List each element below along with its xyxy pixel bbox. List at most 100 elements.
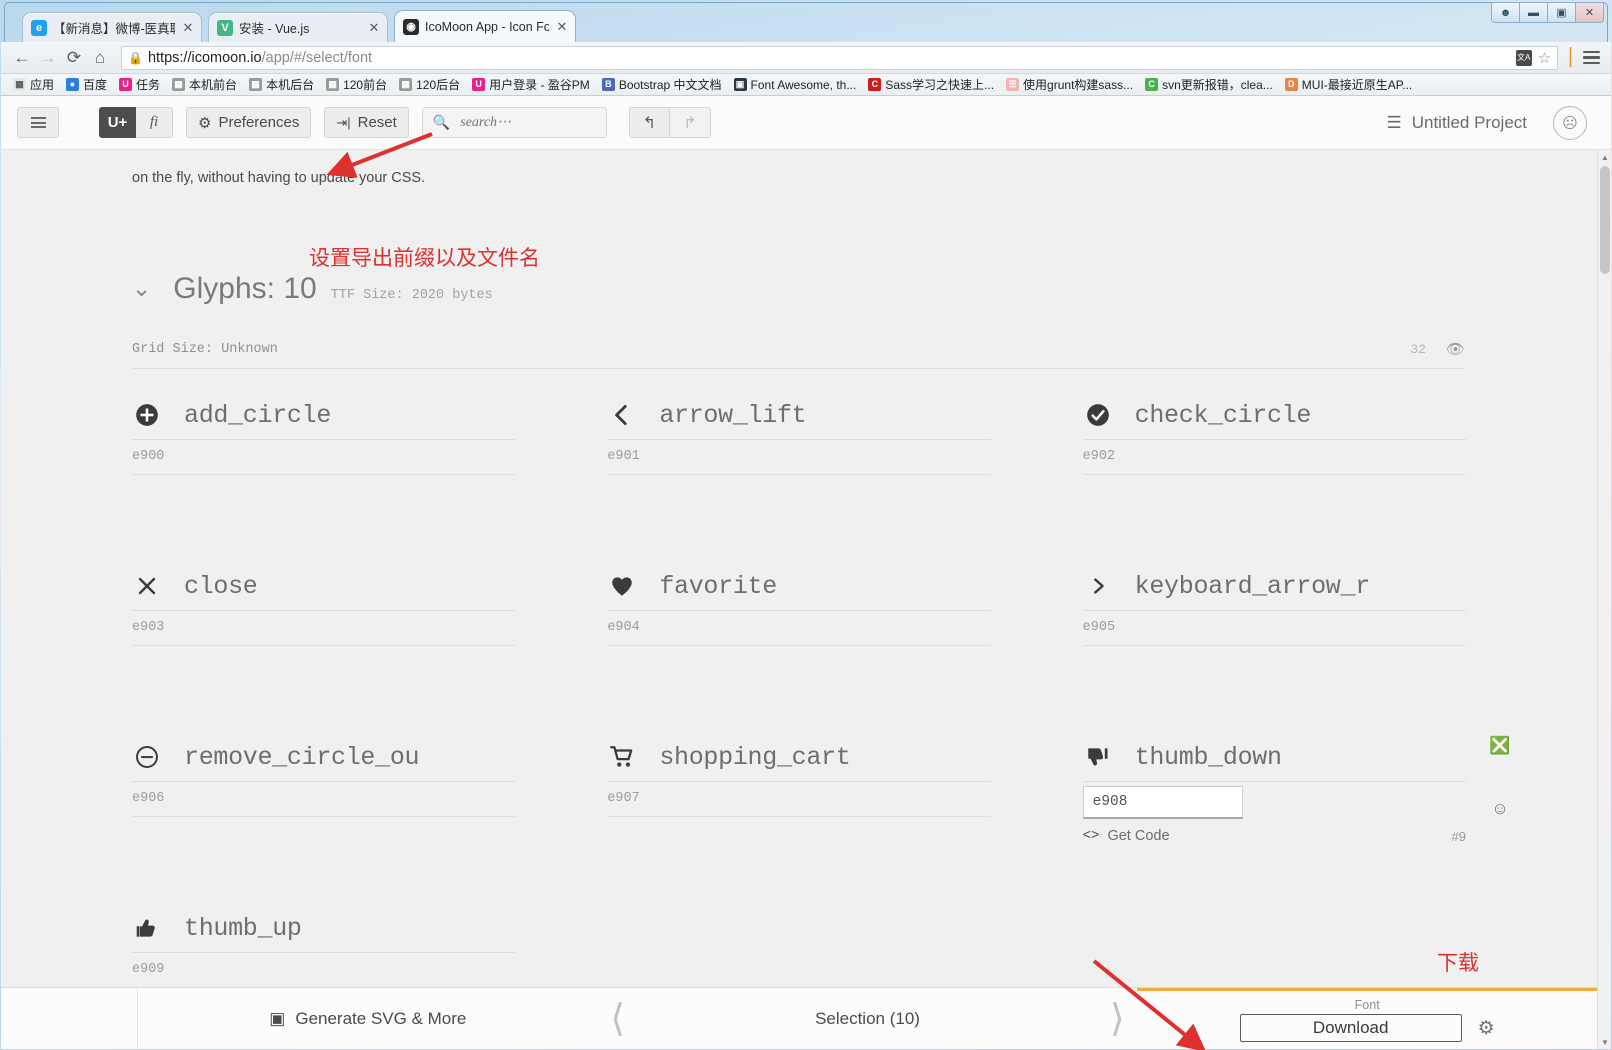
bookmark-item[interactable]: ▦ 本机后台 bbox=[243, 76, 320, 93]
add-circle-icon bbox=[132, 400, 162, 430]
glyph-code[interactable]: e904 bbox=[607, 620, 991, 646]
scroll-down-icon[interactable]: ▼ bbox=[1598, 1035, 1611, 1049]
glyph-cell[interactable]: shopping_cart e907 bbox=[607, 724, 991, 895]
scrollbar-thumb[interactable] bbox=[1600, 166, 1610, 274]
close-button[interactable]: ✕ bbox=[1575, 2, 1604, 23]
redo-icon[interactable]: ↱ bbox=[669, 107, 711, 138]
lock-icon: 🔒 bbox=[128, 50, 143, 65]
glyph-code-input[interactable]: e908 bbox=[1082, 786, 1243, 819]
bookmark-label: 120前台 bbox=[343, 78, 388, 92]
vertical-scrollbar[interactable]: ▲ ▼ bbox=[1597, 150, 1611, 1049]
get-code-label[interactable]: Get Code bbox=[1107, 828, 1169, 844]
glyph-code[interactable]: e909 bbox=[132, 962, 515, 987]
glyph-cell[interactable]: add_circle e900 bbox=[132, 382, 516, 553]
glyph-cell[interactable]: favorite e904 bbox=[607, 553, 991, 724]
svn-icon: C bbox=[1145, 78, 1159, 91]
chevron-left-icon[interactable]: ⟨ bbox=[598, 988, 638, 1049]
reload-icon[interactable]: ⟳ bbox=[61, 45, 87, 71]
glyph-cell[interactable]: remove_circle_ou e906 bbox=[132, 724, 516, 895]
glyph-code[interactable]: e902 bbox=[1082, 449, 1466, 475]
fontawesome-icon: ▣ bbox=[733, 78, 747, 91]
scroll-up-icon[interactable]: ▲ bbox=[1598, 150, 1611, 164]
glyph-name: thumb_down bbox=[1134, 742, 1282, 772]
glyph-cell[interactable]: keyboard_arrow_r e905 bbox=[1082, 553, 1466, 724]
search-box[interactable]: 🔍 bbox=[421, 107, 607, 138]
font-label: Font bbox=[1354, 998, 1380, 1012]
tab-close-icon[interactable]: ✕ bbox=[555, 20, 569, 33]
back-icon[interactable]: ← bbox=[9, 45, 35, 71]
bookmark-label: Sass学习之快速上... bbox=[885, 78, 995, 92]
bottom-bar-spacer bbox=[1, 988, 138, 1049]
chevron-right-icon[interactable]: ⟩ bbox=[1097, 988, 1137, 1049]
tab-title: IcoMoon App - Icon For bbox=[425, 19, 549, 34]
bookmark-item[interactable]: D MUI-最接近原生AP... bbox=[1279, 76, 1418, 93]
bottom-bar: ▣ Generate SVG & More ⟨ Selection (10) ⟩… bbox=[1, 951, 1598, 1049]
remove-glyph-icon[interactable]: ❎ bbox=[1489, 736, 1510, 756]
smiley-icon[interactable]: ☺ bbox=[1490, 799, 1510, 819]
maximize-button[interactable]: ▣ bbox=[1547, 2, 1576, 23]
ttf-size-label: TTF Size: 2020 bytes bbox=[330, 288, 493, 303]
bookmark-item[interactable]: ▦ 应用 bbox=[7, 76, 60, 93]
browser-menu-icon[interactable] bbox=[1579, 50, 1603, 65]
eye-icon[interactable]: 👁 bbox=[1446, 340, 1465, 359]
bookmark-item[interactable]: Csvn更新报错，clea... bbox=[1139, 76, 1279, 93]
generate-svg-button[interactable]: ▣ Generate SVG & More bbox=[138, 988, 598, 1049]
glyph-code[interactable]: e905 bbox=[1082, 620, 1466, 646]
tab-close-icon[interactable]: ✕ bbox=[181, 21, 195, 34]
address-bar[interactable]: 🔒 https://icomoon.io /app/#/select/font … bbox=[121, 45, 1559, 70]
glyph-code[interactable]: e907 bbox=[607, 791, 991, 817]
glyph-code[interactable]: e906 bbox=[132, 791, 516, 817]
glyph-cell[interactable]: arrow_lift e901 bbox=[607, 382, 991, 553]
bookmark-item[interactable]: U 用户登录 - 盈谷PM bbox=[466, 76, 596, 93]
bookmark-item[interactable]: ☰ 使用grunt构建sass... bbox=[1000, 76, 1139, 93]
glyph-cell[interactable]: close e903 bbox=[132, 553, 516, 724]
browser-tab-0[interactable]: e 【新消息】微博-医真职业 ✕ bbox=[22, 12, 202, 42]
glyph-main: favorite bbox=[607, 571, 991, 611]
bookmark-item[interactable]: ▦ 本机前台 bbox=[166, 76, 243, 93]
check-circle-icon bbox=[1083, 400, 1113, 430]
download-button[interactable]: Download bbox=[1239, 1014, 1462, 1042]
unicode-mode-button[interactable]: U+ bbox=[99, 107, 136, 138]
reset-button[interactable]: ⇥| Reset bbox=[324, 107, 409, 138]
undo-icon[interactable]: ↰ bbox=[628, 107, 670, 138]
search-input[interactable] bbox=[458, 113, 596, 132]
app-toolbar: U+ fi ⚙ Preferences ⇥| Reset 🔍 ↰ ↱ ☰ Unt… bbox=[1, 96, 1611, 150]
intro-text: on the fly, without having to update you… bbox=[132, 170, 426, 186]
glyph-code[interactable]: e901 bbox=[607, 449, 991, 475]
browser-tab-2[interactable]: ◉ IcoMoon App - Icon For ✕ bbox=[394, 10, 576, 42]
reset-icon: ⇥| bbox=[336, 114, 351, 130]
user-account-icon[interactable]: ☻ bbox=[1491, 2, 1520, 23]
preferences-button[interactable]: ⚙ Preferences bbox=[186, 107, 312, 138]
bookmark-item[interactable]: ▣ Font Awesome, th... bbox=[728, 78, 863, 92]
browser-tab-1[interactable]: V 安装 - Vue.js ✕ bbox=[208, 12, 388, 42]
glyph-cell-selected[interactable]: thumb_down e908 <> Get Code #9 ❎ ☺ bbox=[1082, 724, 1511, 895]
glyph-code[interactable]: e903 bbox=[132, 620, 516, 646]
cast-icon[interactable]: ⎮ bbox=[1566, 48, 1575, 68]
bookmark-item[interactable]: ▦ 120前台 bbox=[320, 76, 393, 93]
bookmark-label: Font Awesome, th... bbox=[750, 77, 857, 92]
glyph-cell[interactable]: check_circle e902 bbox=[1082, 382, 1466, 553]
selection-tab[interactable]: Selection (10) bbox=[638, 988, 1098, 1049]
bookmark-item[interactable]: ▦ 120后台 bbox=[393, 76, 466, 93]
tab-close-icon[interactable]: ✕ bbox=[367, 21, 381, 34]
bookmark-star-icon[interactable]: ☆ bbox=[1538, 49, 1551, 67]
bookmark-item[interactable]: U 任务 bbox=[113, 76, 166, 93]
task-icon: U bbox=[119, 78, 133, 91]
home-icon[interactable]: ⌂ bbox=[87, 45, 113, 71]
glyph-code[interactable]: e900 bbox=[132, 449, 516, 475]
main-menu-icon[interactable] bbox=[17, 107, 59, 138]
bookmark-item[interactable]: ● 百度 bbox=[60, 76, 113, 93]
ligature-mode-button[interactable]: fi bbox=[136, 107, 173, 138]
download-row: Download ⚙ bbox=[1239, 1014, 1495, 1042]
chevron-down-icon[interactable]: ⌄ bbox=[132, 275, 151, 302]
bookmark-item[interactable]: B Bootstrap 中文文档 bbox=[596, 76, 728, 93]
project-selector[interactable]: ☰ Untitled Project bbox=[1386, 113, 1527, 133]
bookmark-item[interactable]: C Sass学习之快速上... bbox=[862, 76, 1000, 93]
gear-icon[interactable]: ⚙ bbox=[1478, 1017, 1495, 1040]
glyphs-header: ⌄ Glyphs: 10 TTF Size: 2020 bytes bbox=[132, 272, 493, 306]
minimize-button[interactable]: ▬ bbox=[1519, 2, 1548, 23]
neutral-face-icon[interactable]: ☹ bbox=[1553, 105, 1587, 140]
translate-icon[interactable]: 文A bbox=[1515, 49, 1532, 66]
forward-icon[interactable]: → bbox=[35, 45, 61, 71]
glyph-cell[interactable]: thumb_up e909 bbox=[132, 895, 516, 987]
